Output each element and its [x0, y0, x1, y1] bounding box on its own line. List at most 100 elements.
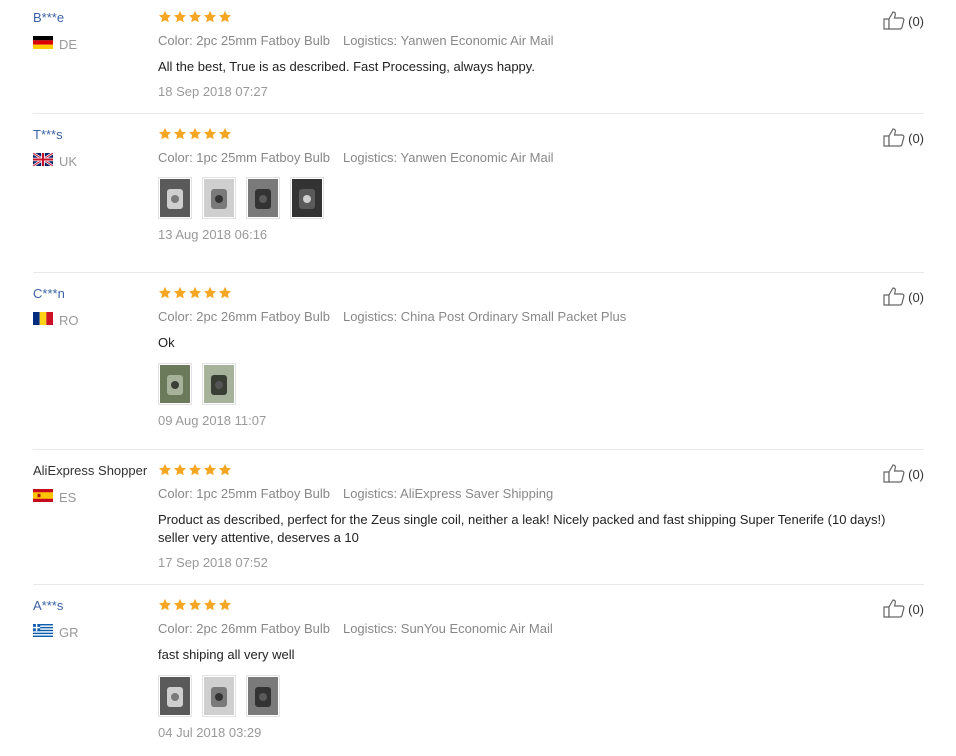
ro-flag-icon	[33, 312, 59, 329]
reviewer-country: GR	[33, 624, 158, 641]
star-icon	[203, 127, 218, 143]
star-icon	[188, 127, 203, 143]
review-photo-thumbnail[interactable]	[158, 675, 192, 717]
reviewer-info: T***s UK	[33, 127, 158, 170]
helpful-count: (0)	[908, 131, 924, 146]
review-content: Color: 2pc 25mm Fatboy Bulb Logistics: Ya…	[158, 10, 858, 100]
review-photo-thumbnail[interactable]	[202, 675, 236, 717]
reviewer-name[interactable]: A***s	[33, 598, 158, 614]
logistics-method: Logistics: Yanwen Economic Air Mail	[342, 150, 554, 165]
star-icon	[158, 127, 173, 143]
review-photo-thumbnail[interactable]	[290, 177, 324, 219]
review-content: Color: 2pc 26mm Fatboy Bulb Logistics: Ch…	[158, 286, 858, 429]
review-content: Color: 2pc 26mm Fatboy Bulb Logistics: Su…	[158, 598, 858, 741]
star-icon	[158, 10, 173, 26]
helpful-button[interactable]: (0)	[882, 10, 924, 33]
product-color: Color: 2pc 26mm Fatboy Bulb	[158, 621, 330, 636]
thumbs-up-icon[interactable]	[882, 286, 908, 309]
review-date: 04 Jul 2018 03:29	[158, 725, 262, 740]
review-text: fast shiping all very well	[158, 647, 295, 662]
reviewer-info: A***s GR	[33, 598, 158, 641]
country-code: DE	[59, 36, 78, 52]
thumbs-up-icon[interactable]	[882, 598, 908, 621]
thumbs-up-icon[interactable]	[882, 463, 908, 486]
uk-flag-icon	[33, 153, 59, 170]
product-color: Color: 2pc 25mm Fatboy Bulb	[158, 33, 330, 48]
review-photo-thumbnail[interactable]	[246, 675, 280, 717]
review-item: A***s GR Color: 2pc 26mm Fatboy Bulb Logist…	[33, 598, 924, 753]
review-text: Product as described, perfect for the Ze…	[158, 512, 886, 545]
reviewer-name[interactable]: C***n	[33, 286, 158, 302]
star-rating	[158, 286, 858, 302]
star-icon	[173, 286, 188, 302]
reviewer-name[interactable]: AliExpress Shopper	[33, 463, 158, 479]
star-icon	[188, 598, 203, 614]
reviewer-name[interactable]: T***s	[33, 127, 158, 143]
review-text: All the best, True is as described. Fast…	[158, 59, 535, 74]
review-photo-thumbnail[interactable]	[158, 177, 192, 219]
review-meta: Color: 1pc 25mm Fatboy Bulb Logistics: Ya…	[158, 150, 858, 166]
helpful-count: (0)	[908, 14, 924, 29]
helpful-button[interactable]: (0)	[882, 286, 924, 309]
review-meta: Color: 2pc 26mm Fatboy Bulb Logistics: Su…	[158, 621, 858, 637]
review-meta: Color: 2pc 26mm Fatboy Bulb Logistics: Ch…	[158, 309, 858, 325]
reviewer-name[interactable]: B***e	[33, 10, 158, 26]
country-code: RO	[59, 312, 79, 328]
helpful-button[interactable]: (0)	[882, 127, 924, 150]
star-rating	[158, 598, 858, 614]
review-date: 18 Sep 2018 07:27	[158, 84, 268, 99]
star-icon	[203, 463, 218, 479]
review-photo-thumbnail[interactable]	[158, 363, 192, 405]
star-icon	[203, 10, 218, 26]
helpful-count: (0)	[908, 290, 924, 305]
product-color: Color: 2pc 26mm Fatboy Bulb	[158, 309, 330, 324]
star-icon	[203, 286, 218, 302]
star-icon	[158, 598, 173, 614]
star-rating	[158, 10, 858, 26]
country-code: UK	[59, 153, 78, 169]
review-content: Color: 1pc 25mm Fatboy Bulb Logistics: Ya…	[158, 127, 858, 243]
reviewer-country: RO	[33, 312, 158, 329]
star-rating	[158, 463, 858, 479]
logistics-method: Logistics: SunYou Economic Air Mail	[342, 621, 553, 636]
star-icon	[173, 10, 188, 26]
review-text: Ok	[158, 335, 175, 350]
logistics-method: Logistics: AliExpress Saver Shipping	[342, 486, 554, 501]
country-code: GR	[59, 624, 79, 640]
helpful-button[interactable]: (0)	[882, 598, 924, 621]
reviewer-country: UK	[33, 153, 158, 170]
star-icon	[188, 463, 203, 479]
product-color: Color: 1pc 25mm Fatboy Bulb	[158, 150, 330, 165]
review-photos	[158, 675, 858, 717]
review-date: 13 Aug 2018 06:16	[158, 227, 268, 242]
product-color: Color: 1pc 25mm Fatboy Bulb	[158, 486, 330, 501]
star-icon	[218, 10, 233, 26]
helpful-button[interactable]: (0)	[882, 463, 924, 486]
review-photo-thumbnail[interactable]	[202, 177, 236, 219]
star-icon	[173, 127, 188, 143]
star-icon	[173, 598, 188, 614]
thumbs-up-icon[interactable]	[882, 10, 908, 33]
logistics-method: Logistics: China Post Ordinary Small Pac…	[342, 309, 627, 324]
reviewer-info: C***n RO	[33, 286, 158, 329]
helpful-count: (0)	[908, 602, 924, 617]
review-item: C***n RO Color: 2pc 26mm Fatboy Bulb Logist…	[33, 286, 924, 450]
review-list: B***e DE Color: 2pc 25mm Fatboy Bulb Logist…	[0, 0, 956, 756]
star-icon	[218, 598, 233, 614]
thumbs-up-icon[interactable]	[882, 127, 908, 150]
star-icon	[158, 286, 173, 302]
star-icon	[188, 10, 203, 26]
star-icon	[188, 286, 203, 302]
review-photo-thumbnail[interactable]	[202, 363, 236, 405]
helpful-count: (0)	[908, 467, 924, 482]
star-icon	[218, 127, 233, 143]
star-icon	[218, 286, 233, 302]
review-photo-thumbnail[interactable]	[246, 177, 280, 219]
reviewer-country: ES	[33, 489, 158, 506]
star-rating	[158, 127, 858, 143]
review-item: AliExpress Shopper ES Color: 1pc 25mm Fatb…	[33, 463, 924, 585]
gr-flag-icon	[33, 624, 59, 641]
star-icon	[218, 463, 233, 479]
reviewer-info: AliExpress Shopper ES	[33, 463, 158, 506]
review-meta: Color: 1pc 25mm Fatboy Bulb Logistics: Al…	[158, 486, 858, 502]
